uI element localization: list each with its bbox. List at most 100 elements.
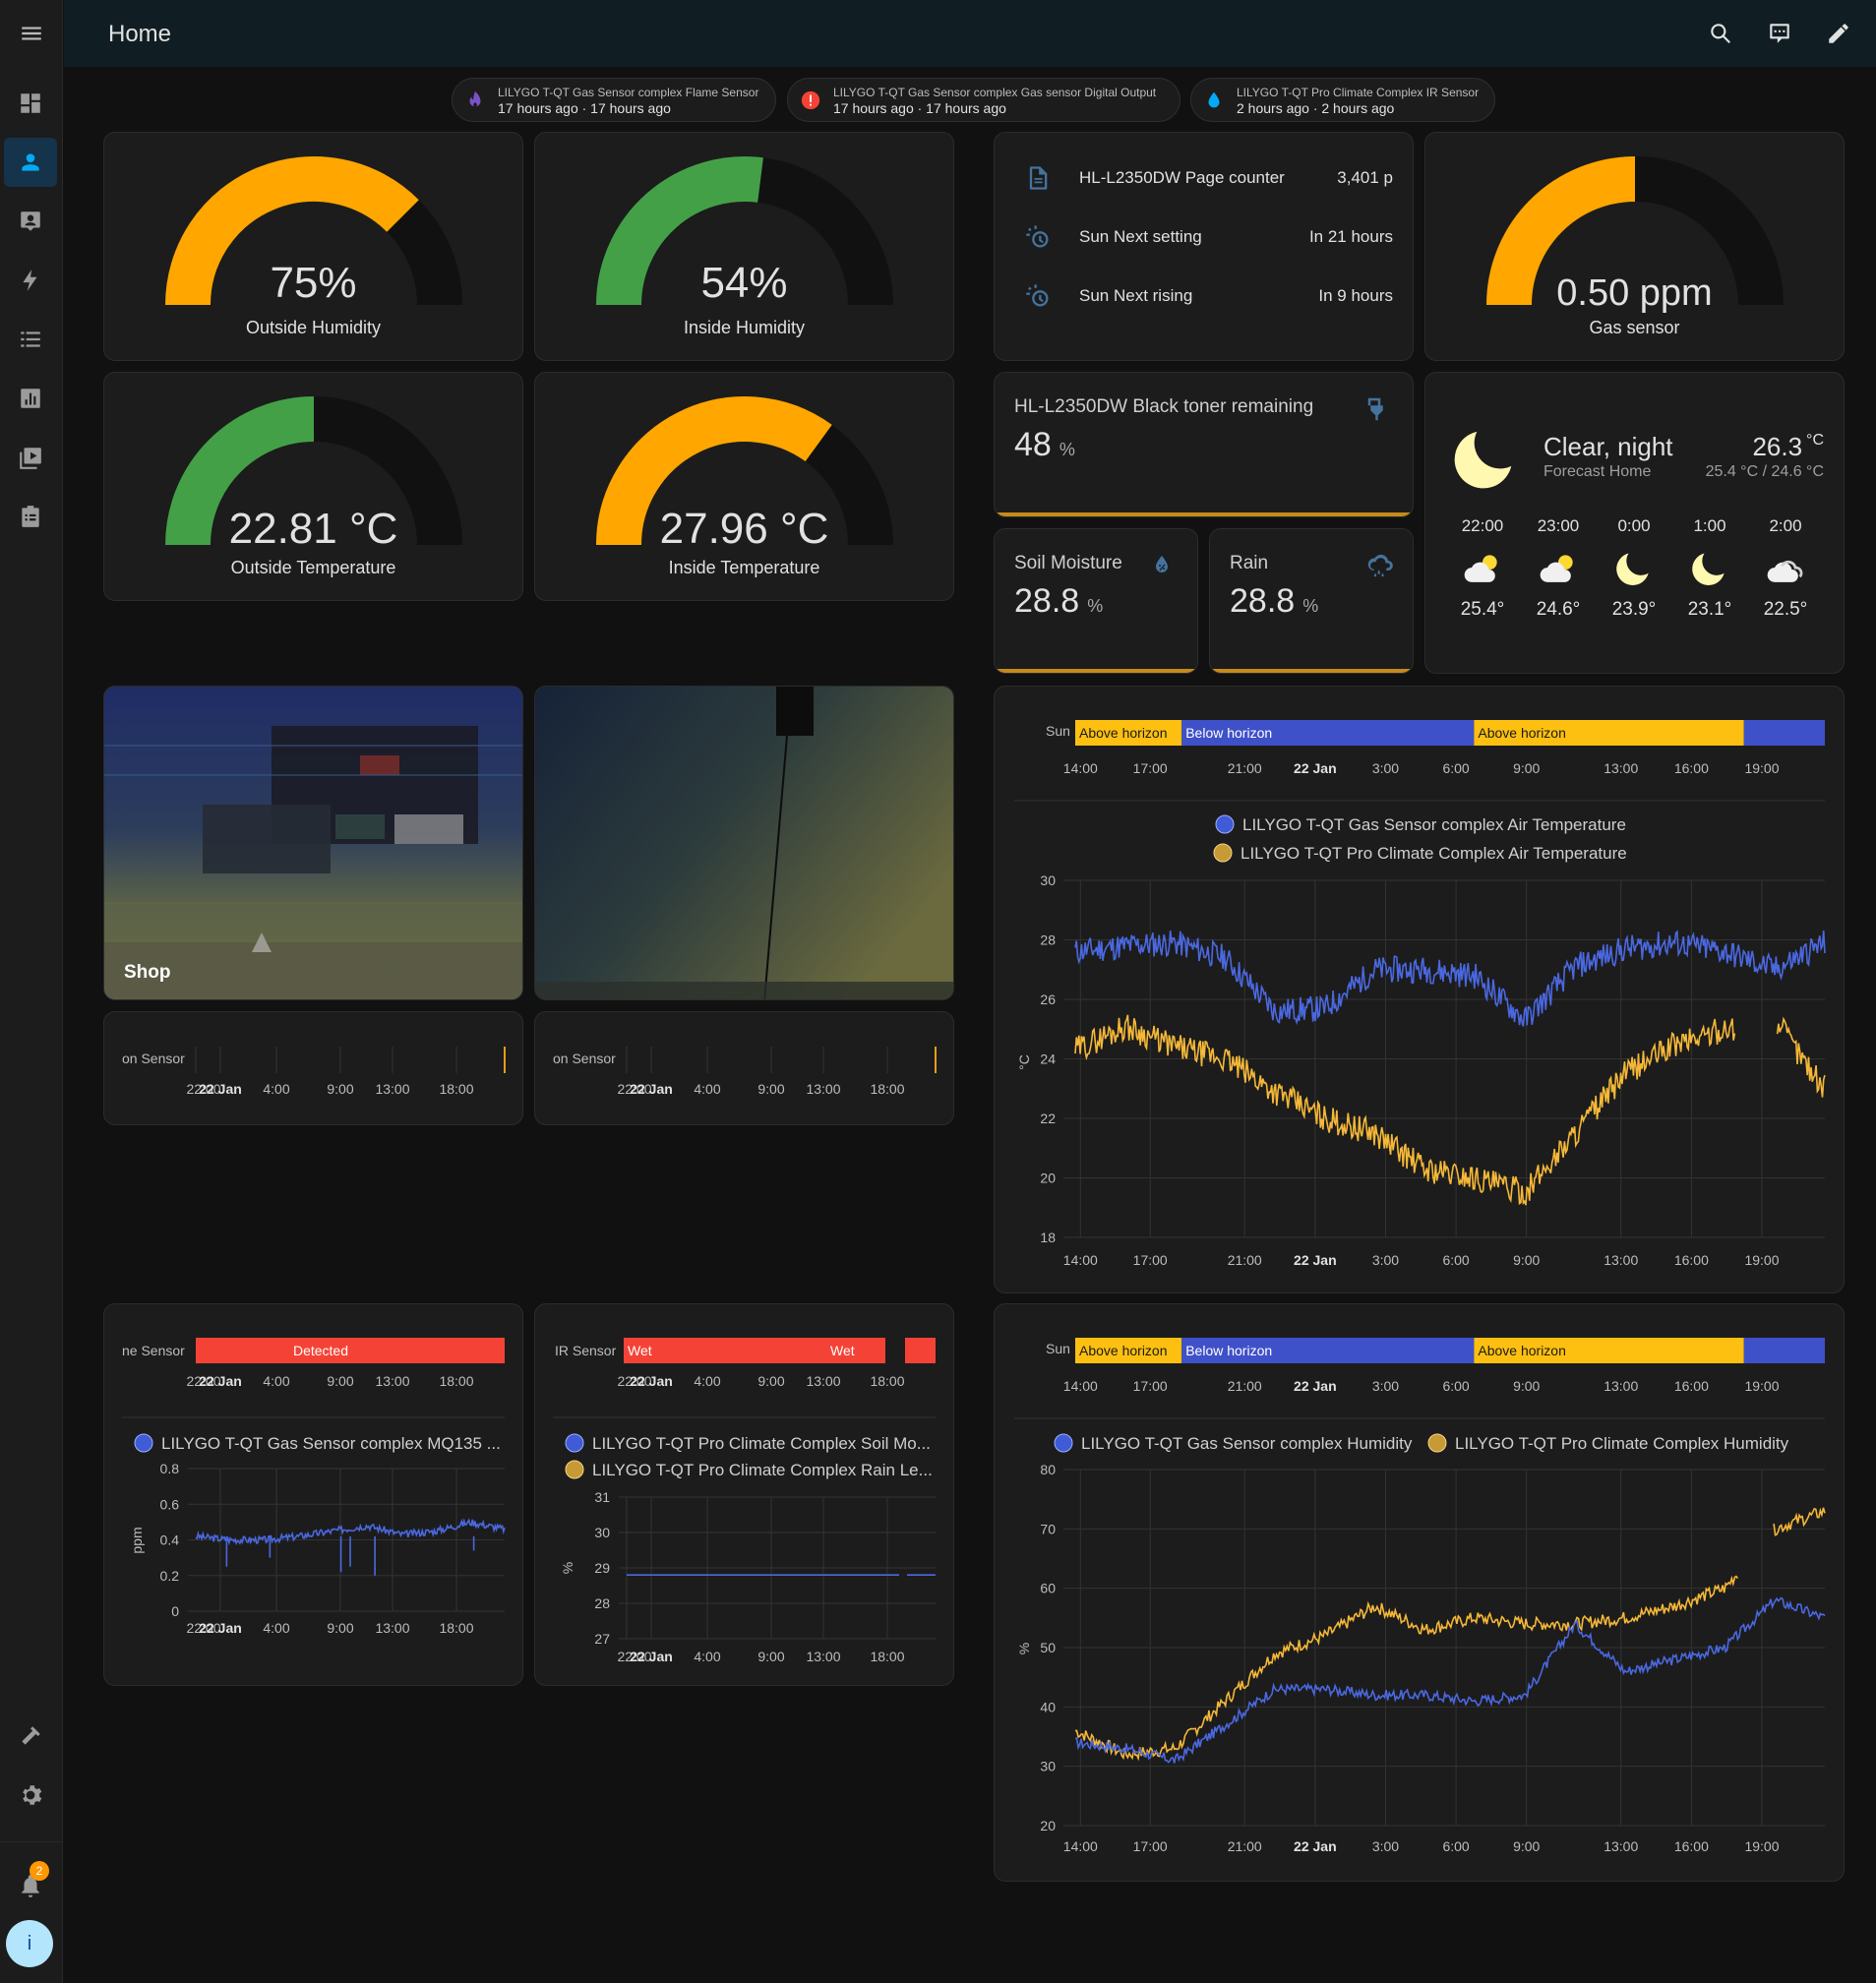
axis-tick-label: 22 Jan	[199, 1373, 242, 1389]
badge-ir-sensor[interactable]: LILYGO T-QT Pro Climate Complex IR Senso…	[1190, 78, 1495, 122]
axis-tick-label: 22 Jan	[1294, 1252, 1337, 1268]
history-card-cam1-sensor[interactable]: on Sensor 22:00 22 Jan 4:00 9:00 13:00 18:00	[103, 1011, 523, 1125]
gauge-name: Outside Humidity	[245, 318, 382, 337]
file-document-icon	[1024, 164, 1052, 192]
play-box-icon	[20, 448, 41, 469]
nav-todo[interactable]	[4, 492, 57, 541]
gauge-name: Inside Temperature	[668, 558, 820, 577]
entity-row-sun-next-setting[interactable]: Sun Next setting In 21 hours	[1024, 219, 1393, 255]
axis-tick-label: 24	[1040, 1052, 1056, 1067]
axis-tick-label: 18:00	[439, 1373, 473, 1389]
search-button[interactable]	[1703, 16, 1738, 51]
humidity-history-chart: Sun Above horizon Below horizon Above horiz…	[1014, 1338, 1826, 1854]
axis-tick-label: 0	[171, 1603, 179, 1619]
weather-condition: Clear, night	[1543, 432, 1673, 461]
badge-flame-sensor[interactable]: LILYGO T-QT Gas Sensor complex Flame Sen…	[452, 78, 776, 122]
entity-name: HL-L2350DW Page counter	[1079, 168, 1285, 187]
history-card-soil-rain[interactable]: IR Sensor Wet Wet 22:00 22 Jan 4:00 9:00 13:00 1…	[534, 1303, 954, 1686]
sensor-graph-line	[995, 512, 1413, 516]
legend-swatch	[1427, 1433, 1447, 1453]
gauge-card-outside-temperature[interactable]: 22.81 °C Outside Temperature	[103, 372, 523, 601]
axis-tick-label: 18:00	[870, 1081, 904, 1097]
menu-button[interactable]	[0, 0, 63, 67]
nav-energy[interactable]	[4, 256, 57, 305]
sensor-card-rain[interactable]: Rain 28.8%	[1209, 528, 1414, 674]
entity-row-sun-next-rising[interactable]: Sun Next rising In 9 hours	[1024, 278, 1393, 314]
axis-tick-label: 14:00	[1063, 1838, 1098, 1854]
camera-card-2[interactable]	[534, 686, 954, 1000]
forecast-time: 2:00	[1769, 516, 1802, 535]
weather-rainy-icon	[1365, 551, 1395, 580]
nav-profile[interactable]	[4, 197, 57, 246]
axis-tick-label: 0.6	[160, 1496, 180, 1512]
badge-gas-digital-output[interactable]: LILYGO T-QT Gas Sensor complex Gas senso…	[787, 78, 1180, 122]
sun-clock-icon	[1024, 223, 1052, 251]
hamburger-icon	[22, 27, 41, 40]
forecast-item: 1:00 23.1°	[1676, 516, 1743, 621]
history-card-gas[interactable]: ne Sensor Detected 22:00 22 Jan 4:00 9:00 13:0…	[103, 1303, 523, 1686]
list-icon	[21, 331, 40, 347]
timeline-entity-label: on Sensor	[553, 1051, 616, 1066]
account-box-icon	[21, 211, 40, 231]
sensor-card-soil-moisture[interactable]: Soil Moisture 28.8%	[994, 528, 1198, 674]
axis-tick-label: 21:00	[1228, 1838, 1262, 1854]
gauge-card-outside-humidity[interactable]: 75% Outside Humidity	[103, 132, 523, 361]
axis-tick-label: 31	[594, 1489, 610, 1505]
sun-clock-icon	[1024, 282, 1052, 310]
moon-icon	[1454, 431, 1512, 489]
gauge-card-gas-sensor[interactable]: 0.50 ppm Gas sensor	[1424, 132, 1845, 361]
axis-tick-label: 18:00	[870, 1649, 904, 1664]
assist-button[interactable]	[1762, 16, 1797, 51]
axis-tick-label: 4:00	[263, 1373, 289, 1389]
nav-logbook[interactable]	[4, 315, 57, 364]
nav-overview[interactable]	[4, 79, 57, 128]
legend-label: LILYGO T-QT Pro Climate Complex Soil Mo.…	[592, 1434, 931, 1453]
nav-history[interactable]	[4, 374, 57, 423]
sensor-value: 28.8%	[1014, 582, 1104, 620]
gauge-card-inside-temperature[interactable]: 27.96 °C Inside Temperature	[534, 372, 954, 601]
camera-card-shop[interactable]: Shop	[103, 686, 523, 1000]
axis-tick-label: 19:00	[1744, 1378, 1779, 1394]
pencil-icon	[1829, 24, 1848, 43]
axis-tick-label: 14:00	[1063, 760, 1098, 776]
weather-forecast-card[interactable]: Clear, night Forecast Home 26.3 °C 25.4 °…	[1424, 372, 1845, 674]
entity-row-page-counter[interactable]: HL-L2350DW Page counter 3,401 p	[1024, 160, 1393, 196]
axis-tick-label: 16:00	[1674, 1838, 1709, 1854]
chart-box-icon	[21, 389, 40, 408]
nav-notifications[interactable]: 2	[4, 1861, 57, 1910]
axis-tick-label: 27	[594, 1631, 610, 1647]
gauge-value: 27.96 °C	[659, 505, 829, 553]
weather-temp-range: 25.4 °C / 24.6 °C	[1705, 463, 1824, 480]
history-card-humidity[interactable]: Sun Above horizon Below horizon Above horiz…	[994, 1303, 1845, 1882]
sensor-card-toner[interactable]: HL-L2350DW Black toner remaining 48%	[994, 372, 1414, 517]
axis-tick-label: 20	[1040, 1171, 1056, 1186]
axis-tick-label: 17:00	[1133, 1252, 1168, 1268]
alert-icon	[801, 90, 820, 109]
axis-tick-label: 9:00	[757, 1649, 784, 1664]
legend-swatch	[1054, 1433, 1073, 1453]
y-axis-label: %	[560, 1562, 575, 1574]
nav-settings[interactable]	[4, 1771, 57, 1820]
axis-tick-label: 0.8	[160, 1461, 180, 1476]
timeline-entity-label: IR Sensor	[555, 1343, 617, 1358]
timeline-segment-label: Wet	[830, 1343, 855, 1358]
legend-swatch	[1215, 814, 1235, 834]
history-card-cam2-sensor[interactable]: on Sensor 22:00 22 Jan 4:00 9:00 13:00 18:00	[534, 1011, 954, 1125]
sensor-value: 28.8%	[1230, 582, 1319, 620]
edit-dashboard-button[interactable]	[1821, 16, 1856, 51]
forecast-time: 22:00	[1461, 516, 1504, 535]
forecast-item: 2:00 22.5°	[1752, 516, 1819, 621]
timeline-segment-label: Detected	[293, 1343, 348, 1358]
history-card-temperature[interactable]: Sun Above horizon Below horizon Above horiz…	[994, 686, 1845, 1293]
timeline-entity-label: Sun	[1046, 723, 1070, 739]
axis-tick-label: 21:00	[1228, 1252, 1262, 1268]
nav-media[interactable]	[4, 433, 57, 482]
axis-tick-label: 70	[1040, 1521, 1056, 1536]
dashboard-icon	[21, 93, 40, 113]
gauge-card-inside-humidity[interactable]: 54% Inside Humidity	[534, 132, 954, 361]
water-percent-icon	[1150, 553, 1174, 576]
nav-home[interactable]	[4, 138, 57, 187]
nav-developer-tools[interactable]	[4, 1712, 57, 1761]
axis-tick-label: 22 Jan	[199, 1081, 242, 1097]
user-avatar[interactable]: i	[6, 1920, 53, 1967]
